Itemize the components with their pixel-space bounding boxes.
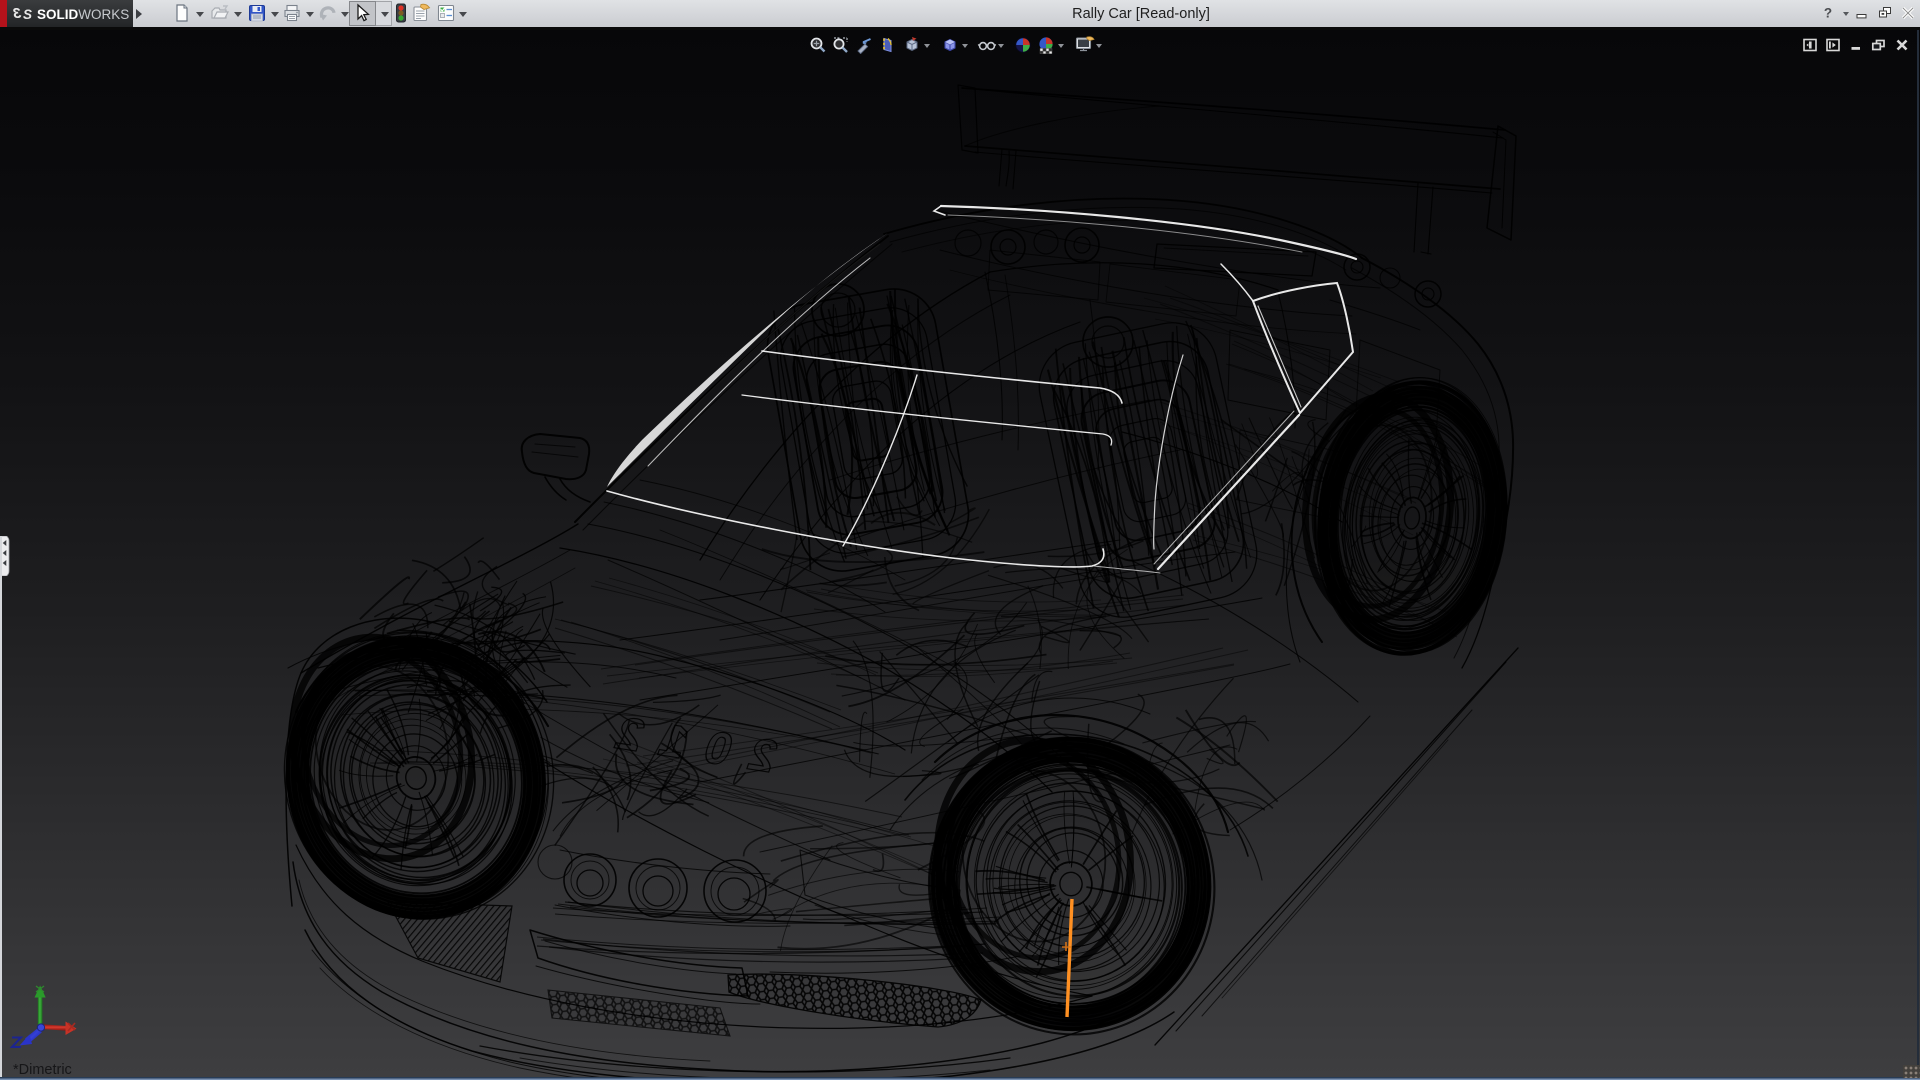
svg-text:2012: 2012: [604, 709, 789, 782]
svg-text:?: ?: [1824, 6, 1832, 21]
